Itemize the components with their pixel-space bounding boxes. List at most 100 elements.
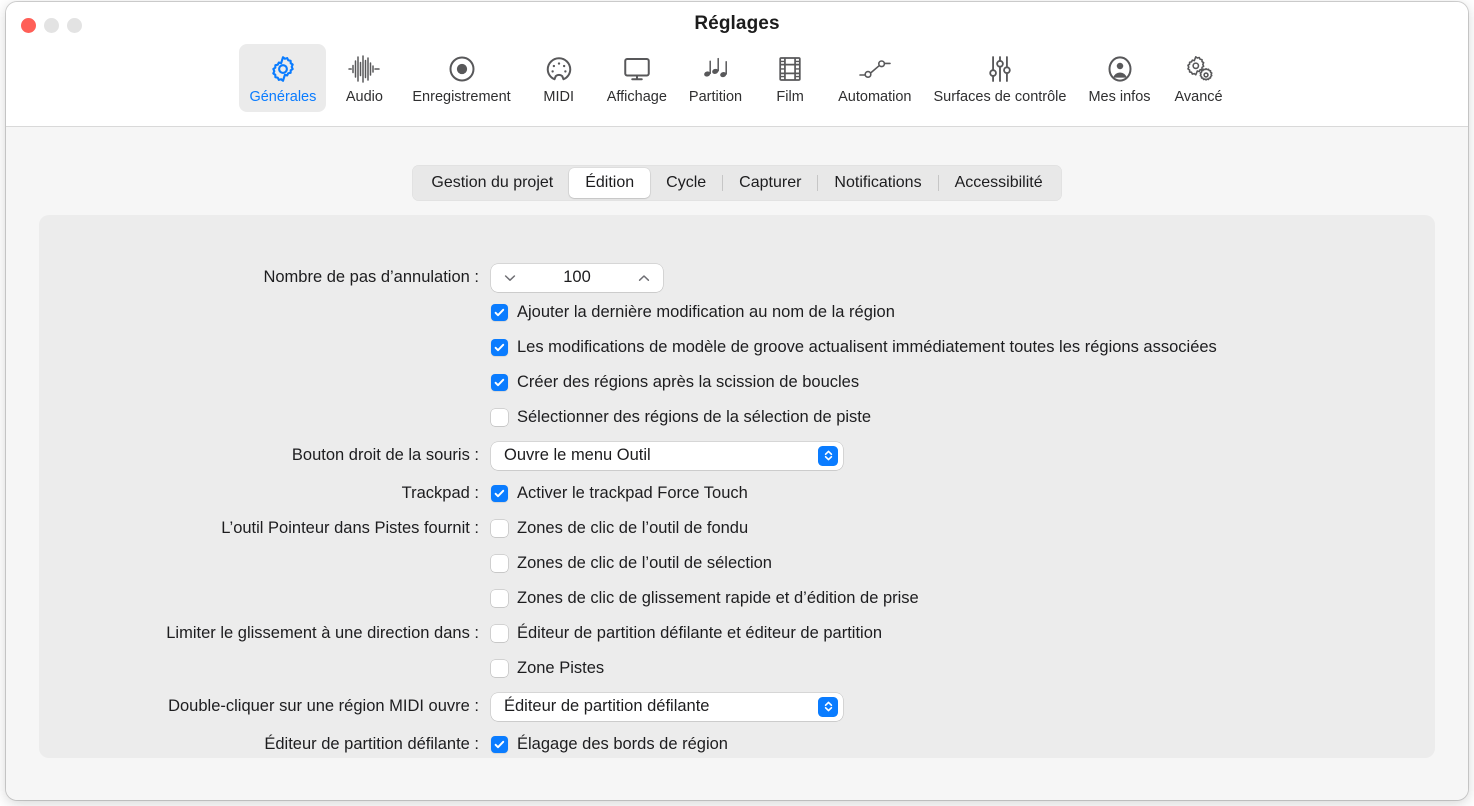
tab-notifications[interactable]: Notifications [818, 168, 937, 198]
settings-body: Gestion du projet Édition Cycle Capturer… [6, 127, 1468, 800]
checkbox-region-border-trimming[interactable]: Élagage des bords de région [491, 735, 728, 754]
checkbox-add-last-edit[interactable]: Ajouter la dernière modification au nom … [491, 303, 895, 322]
toolbar-item-film[interactable]: Film [754, 44, 826, 112]
checkbox-label: Activer le trackpad Force Touch [517, 484, 748, 502]
right-mouse-popup-button[interactable]: Ouvre le menu Outil [491, 441, 843, 470]
tab-capturer[interactable]: Capturer [723, 168, 817, 198]
tab-label: Notifications [834, 174, 922, 191]
film-strip-icon [776, 52, 804, 86]
chevron-up-icon[interactable] [637, 271, 651, 285]
toolbar-item-label: Mes infos [1088, 89, 1151, 105]
settings-window: Réglages Générales Audio Enregistrement … [6, 2, 1468, 800]
double-gear-icon [1183, 52, 1215, 86]
tab-cycle[interactable]: Cycle [650, 168, 722, 198]
row-undo-steps: Nombre de pas d’annulation : 100 [39, 260, 1435, 295]
checkbox-box[interactable] [491, 304, 508, 321]
tab-gestion-du-projet[interactable]: Gestion du projet [415, 168, 569, 198]
toolbar-item-midi[interactable]: MIDI [523, 44, 595, 112]
checkbox-box[interactable] [491, 520, 508, 537]
toolbar-item-generales[interactable]: Générales [239, 44, 327, 112]
toolbar-item-enregistrement[interactable]: Enregistrement [402, 44, 520, 112]
toolbar-item-avance[interactable]: Avancé [1163, 44, 1235, 112]
checkbox-label: Éditeur de partition défilante et éditeu… [517, 624, 883, 642]
midi-double-click-popup-button[interactable]: Éditeur de partition défilante [491, 692, 843, 721]
toolbar-item-surfaces-de-controle[interactable]: Surfaces de contrôle [923, 44, 1076, 112]
tab-label: Accessibilité [954, 174, 1043, 191]
checkbox-box[interactable] [491, 339, 508, 356]
row-create-regions-loop-split: Créer des régions après la scission de b… [39, 365, 1435, 400]
checkbox-label: Élagage des bords de région [517, 735, 728, 753]
checkbox-label: Ajouter la dernière modification au nom … [517, 303, 895, 321]
midi-double-click-value: Éditeur de partition défilante [504, 697, 710, 715]
settings-panel: Nombre de pas d’annulation : 100 Ajouter… [39, 215, 1435, 758]
toolbar-item-audio[interactable]: Audio [328, 44, 400, 112]
chevron-down-icon[interactable] [503, 271, 517, 285]
checkbox-label: Créer des régions après la scission de b… [517, 373, 860, 391]
midi-connector-icon [544, 52, 574, 86]
toolbar-item-partition[interactable]: Partition [679, 44, 752, 112]
undo-steps-value[interactable]: 100 [563, 268, 591, 287]
person-circle-icon [1105, 52, 1135, 86]
right-mouse-value: Ouvre le menu Outil [504, 446, 651, 464]
row-limit-drag-score: Limiter le glissement à une direction da… [39, 616, 1435, 651]
display-monitor-icon [621, 52, 653, 86]
automation-nodes-icon [858, 52, 892, 86]
row-add-last-edit: Ajouter la dernière modification au nom … [39, 295, 1435, 330]
checkbox-box[interactable] [491, 485, 508, 502]
tab-accessibilite[interactable]: Accessibilité [939, 168, 1059, 198]
settings-toolbar: Générales Audio Enregistrement MIDI Affi… [6, 44, 1468, 112]
settings-form: Nombre de pas d’annulation : 100 Ajouter… [39, 260, 1435, 762]
checkbox-select-regions-of-track-selection[interactable]: Sélectionner des régions de la sélection… [491, 408, 871, 427]
checkbox-label: Zones de clic de glissement rapide et d’… [517, 589, 919, 607]
toolbar-item-label: Avancé [1174, 89, 1223, 105]
row-scrolling-score-editor: Éditeur de partition défilante : Élagage… [39, 727, 1435, 762]
toolbar-item-mes-infos[interactable]: Mes infos [1078, 44, 1160, 112]
checkbox-box[interactable] [491, 555, 508, 572]
checkbox-limit-drag-tracks-area[interactable]: Zone Pistes [491, 659, 604, 678]
chevron-up-down-icon [818, 696, 838, 717]
tab-edition[interactable]: Édition [569, 168, 651, 198]
waveform-icon [347, 52, 381, 86]
toolbar-item-automation[interactable]: Automation [828, 44, 921, 112]
tab-label: Cycle [666, 174, 707, 191]
toolbar-item-affichage[interactable]: Affichage [597, 44, 677, 112]
tab-label: Capturer [739, 174, 802, 191]
toolbar-item-label: Audio [345, 89, 383, 105]
checkbox-fade-tool-click-zones[interactable]: Zones de clic de l’outil de fondu [491, 519, 748, 538]
checkbox-box[interactable] [491, 736, 508, 753]
record-circle-icon [447, 52, 477, 86]
toolbar-item-label: MIDI [543, 89, 574, 105]
checkbox-groove-template-updates[interactable]: Les modifications de modèle de groove ac… [491, 338, 1217, 357]
checkbox-create-regions-after-loop-split[interactable]: Créer des régions après la scission de b… [491, 373, 859, 392]
checkbox-quick-swipe-click-zones[interactable]: Zones de clic de glissement rapide et d’… [491, 589, 919, 608]
music-notes-icon [700, 52, 732, 86]
checkbox-label: Sélectionner des régions de la sélection… [517, 408, 872, 426]
checkbox-box[interactable] [491, 409, 508, 426]
row-limit-drag-tracks: Zone Pistes [39, 651, 1435, 686]
toolbar-item-label: Surfaces de contrôle [933, 89, 1067, 105]
checkbox-limit-drag-score-editors[interactable]: Éditeur de partition défilante et éditeu… [491, 624, 882, 643]
row-pointer-tool-quickswipe: Zones de clic de glissement rapide et d’… [39, 581, 1435, 616]
checkbox-label: Zone Pistes [517, 659, 605, 677]
checkbox-box[interactable] [491, 590, 508, 607]
midi-double-click-label: Double-cliquer sur une région MIDI ouvre… [168, 697, 479, 715]
checkbox-label: Les modifications de modèle de groove ac… [517, 338, 1217, 356]
title-bar: Réglages Générales Audio Enregistrement … [6, 2, 1468, 127]
row-groove-template: Les modifications de modèle de groove ac… [39, 330, 1435, 365]
chevron-up-down-icon [818, 445, 838, 466]
row-pointer-tool-fade: L’outil Pointeur dans Pistes fournit : Z… [39, 511, 1435, 546]
pointer-tool-label: L’outil Pointeur dans Pistes fournit : [221, 519, 479, 537]
limit-drag-label: Limiter le glissement à une direction da… [166, 624, 479, 642]
row-select-regions-track-selection: Sélectionner des régions de la sélection… [39, 400, 1435, 435]
checkbox-force-touch-trackpad[interactable]: Activer le trackpad Force Touch [491, 484, 748, 503]
row-midi-double-click: Double-cliquer sur une région MIDI ouvre… [39, 686, 1435, 727]
checkbox-label: Zones de clic de l’outil de fondu [517, 519, 749, 537]
checkbox-box[interactable] [491, 660, 508, 677]
row-pointer-tool-marquee: Zones de clic de l’outil de sélection [39, 546, 1435, 581]
undo-steps-stepper[interactable]: 100 [491, 263, 663, 292]
checkbox-box[interactable] [491, 374, 508, 391]
checkbox-marquee-tool-click-zones[interactable]: Zones de clic de l’outil de sélection [491, 554, 772, 573]
checkbox-box[interactable] [491, 625, 508, 642]
toolbar-item-label: Affichage [606, 89, 667, 105]
right-mouse-label: Bouton droit de la souris : [291, 446, 479, 464]
